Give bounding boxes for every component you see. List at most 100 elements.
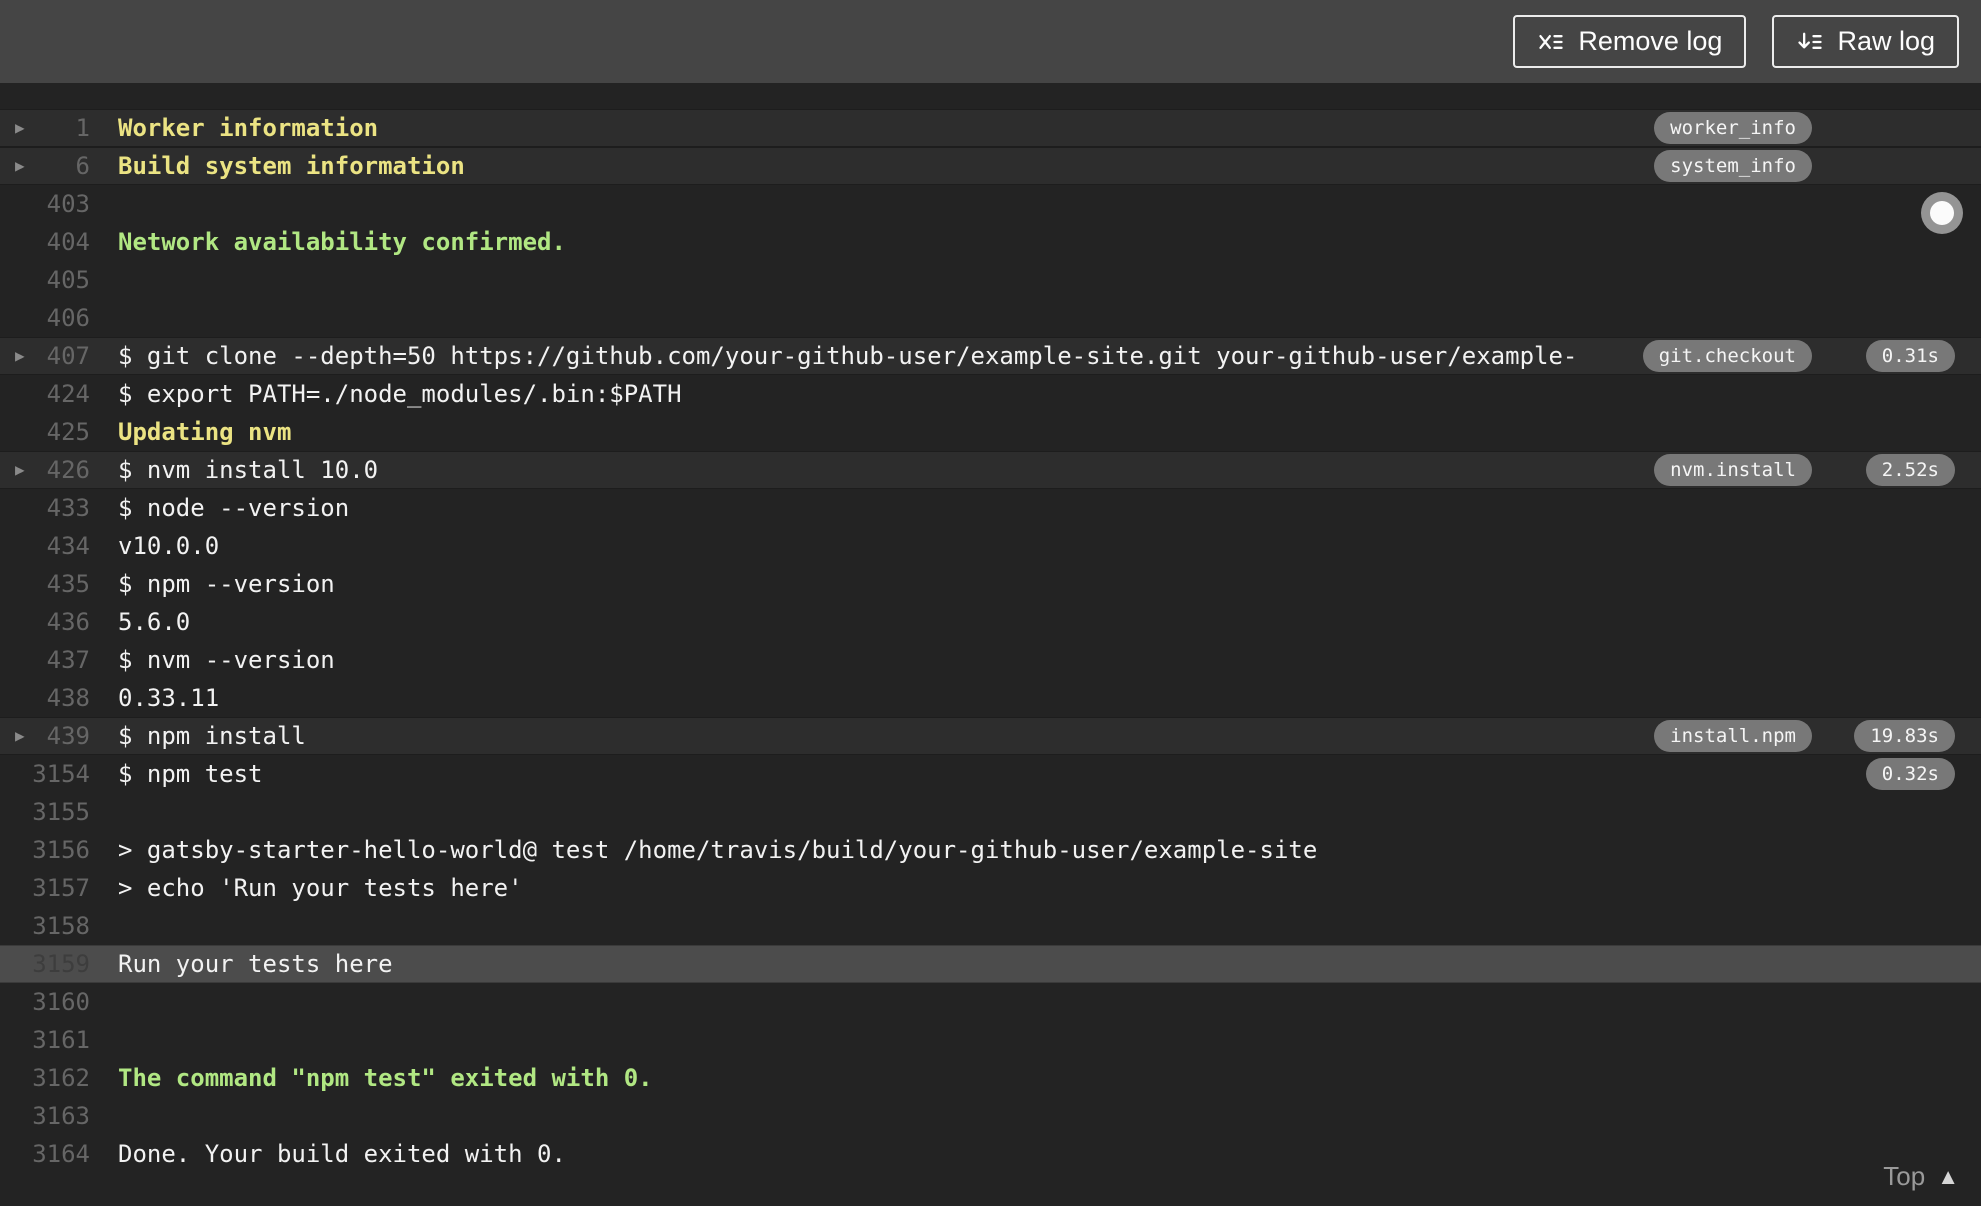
- fold-arrow-icon[interactable]: ▶: [0, 337, 30, 375]
- line-number[interactable]: 406: [30, 299, 90, 337]
- line-text: Network availability confirmed.: [118, 228, 566, 256]
- log-line: ▶ 404 Network availability confirmed.: [0, 223, 1981, 261]
- line-number[interactable]: 3163: [30, 1097, 90, 1135]
- log-line: ▶ 435 $ npm --version: [0, 565, 1981, 603]
- duration-badge: 0.31s: [1865, 340, 1955, 372]
- log-line: ▶ 403: [0, 185, 1981, 223]
- log-line: ▶ 438 0.33.11: [0, 679, 1981, 717]
- line-text: $ npm install: [118, 722, 306, 750]
- line-number[interactable]: 6: [30, 147, 90, 185]
- log-line: ▶ 3159 Run your tests here: [0, 945, 1981, 983]
- log-line: ▶ 405: [0, 261, 1981, 299]
- line-number[interactable]: 434: [30, 527, 90, 565]
- top-link-label: Top: [1883, 1161, 1926, 1191]
- fold-arrow-icon[interactable]: ▶: [0, 109, 30, 147]
- log-lines: ▶ 1 Worker information worker_info ▶ 6 B…: [0, 109, 1981, 1173]
- log-line: ▶ 3156 > gatsby-starter-hello-world@ tes…: [0, 831, 1981, 869]
- line-text: Worker information: [118, 114, 379, 142]
- log-line: ▶ 6 Build system information system_info: [0, 147, 1981, 185]
- line-number[interactable]: 3162: [30, 1059, 90, 1097]
- line-number[interactable]: 403: [30, 185, 90, 223]
- line-number[interactable]: 407: [30, 337, 90, 375]
- line-text: $ npm test: [118, 760, 263, 788]
- line-text: $ node --version: [118, 494, 350, 522]
- line-text: Updating nvm: [118, 418, 292, 446]
- log-line: ▶ 1 Worker information worker_info: [0, 109, 1981, 147]
- line-text: Done. Your build exited with 0.: [118, 1140, 566, 1168]
- log-line: ▶ 3161: [0, 1021, 1981, 1059]
- duration-badge: 2.52s: [1865, 454, 1955, 486]
- line-text: Build system information: [118, 152, 465, 180]
- line-number[interactable]: 405: [30, 261, 90, 299]
- log-line: ▶ 3163: [0, 1097, 1981, 1135]
- fold-tag-badge: git.checkout: [1642, 340, 1812, 372]
- line-number[interactable]: 424: [30, 375, 90, 413]
- fold-arrow-icon[interactable]: ▶: [0, 451, 30, 489]
- log-line: ▶ 3157 > echo 'Run your tests here': [0, 869, 1981, 907]
- log-line: ▶ 439 $ npm install install.npm 19.83s: [0, 717, 1981, 755]
- log-line: ▶ 3160: [0, 983, 1981, 1021]
- line-number[interactable]: 426: [30, 451, 90, 489]
- line-number[interactable]: 3154: [30, 755, 90, 793]
- log-line: ▶ 436 5.6.0: [0, 603, 1981, 641]
- line-text: > gatsby-starter-hello-world@ test /home…: [118, 836, 1318, 864]
- fold-tag-badge: install.npm: [1654, 720, 1812, 752]
- line-text: $ export PATH=./node_modules/.bin:$PATH: [118, 380, 682, 408]
- log-line: ▶ 3158: [0, 907, 1981, 945]
- fold-tag-badge: worker_info: [1654, 112, 1812, 144]
- log-line: ▶ 426 $ nvm install 10.0 nvm.install 2.5…: [0, 451, 1981, 489]
- download-list-icon: [1796, 28, 1824, 56]
- line-text: Run your tests here: [118, 950, 393, 978]
- log-line: ▶ 406: [0, 299, 1981, 337]
- line-number[interactable]: 3158: [30, 907, 90, 945]
- line-text: $ npm --version: [118, 570, 335, 598]
- line-number[interactable]: 439: [30, 717, 90, 755]
- remove-log-button[interactable]: Remove log: [1513, 15, 1747, 68]
- duration-badge: 19.83s: [1854, 720, 1955, 752]
- line-text: $ nvm install 10.0: [118, 456, 379, 484]
- line-number[interactable]: 436: [30, 603, 90, 641]
- log-line: ▶ 437 $ nvm --version: [0, 641, 1981, 679]
- log-line: ▶ 3155: [0, 793, 1981, 831]
- log-line: ▶ 425 Updating nvm: [0, 413, 1981, 451]
- line-number[interactable]: 425: [30, 413, 90, 451]
- triangle-up-icon: ▲: [1937, 1163, 1959, 1189]
- line-number[interactable]: 435: [30, 565, 90, 603]
- line-number[interactable]: 438: [30, 679, 90, 717]
- line-text: 5.6.0: [118, 608, 191, 636]
- line-text: $ git clone --depth=50 https://github.co…: [118, 342, 1578, 370]
- line-number[interactable]: 404: [30, 223, 90, 261]
- line-text: v10.0.0: [118, 532, 220, 560]
- line-number[interactable]: 3160: [30, 983, 90, 1021]
- fold-arrow-icon[interactable]: ▶: [0, 147, 30, 185]
- log-line: ▶ 407 $ git clone --depth=50 https://git…: [0, 337, 1981, 375]
- log-line: ▶ 424 $ export PATH=./node_modules/.bin:…: [0, 375, 1981, 413]
- line-number[interactable]: 3159: [30, 945, 90, 983]
- log-toolbar: Remove log Raw log: [0, 0, 1981, 83]
- line-number[interactable]: 3156: [30, 831, 90, 869]
- line-number[interactable]: 3157: [30, 869, 90, 907]
- log-line: ▶ 434 v10.0.0: [0, 527, 1981, 565]
- scroll-indicator-dot-icon[interactable]: [1921, 192, 1963, 234]
- line-number[interactable]: 3164: [30, 1135, 90, 1173]
- build-log: ▶ 1 Worker information worker_info ▶ 6 B…: [0, 83, 1981, 1206]
- raw-log-button[interactable]: Raw log: [1772, 15, 1959, 68]
- clear-list-icon: [1537, 28, 1565, 56]
- fold-arrow-icon[interactable]: ▶: [0, 717, 30, 755]
- line-number[interactable]: 3161: [30, 1021, 90, 1059]
- log-line: ▶ 433 $ node --version: [0, 489, 1981, 527]
- line-number[interactable]: 1: [30, 109, 90, 147]
- line-text: > echo 'Run your tests here': [118, 874, 523, 902]
- line-text: 0.33.11: [118, 684, 220, 712]
- line-text: The command "npm test" exited with 0.: [118, 1064, 653, 1092]
- log-line: ▶ 3162 The command "npm test" exited wit…: [0, 1059, 1981, 1097]
- log-line: ▶ 3154 $ npm test 0.32s: [0, 755, 1981, 793]
- scroll-to-top-link[interactable]: Top ▲: [1883, 1161, 1959, 1192]
- line-text: $ nvm --version: [118, 646, 335, 674]
- line-number[interactable]: 437: [30, 641, 90, 679]
- line-number[interactable]: 433: [30, 489, 90, 527]
- log-line: ▶ 3164 Done. Your build exited with 0.: [0, 1135, 1981, 1173]
- remove-log-label: Remove log: [1578, 26, 1723, 56]
- line-number[interactable]: 3155: [30, 793, 90, 831]
- fold-tag-badge: nvm.install: [1654, 454, 1812, 486]
